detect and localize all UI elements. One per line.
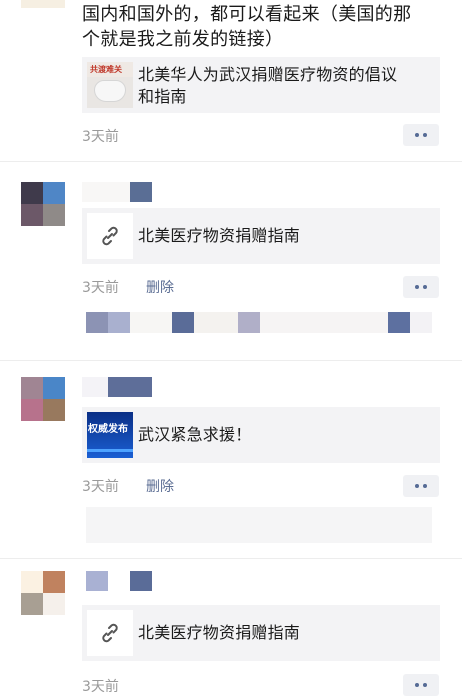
dot-icon	[415, 683, 419, 687]
dot-icon	[415, 285, 419, 289]
shared-link-card[interactable]: 权威发布 武汉紧急求援！	[82, 407, 440, 463]
avatar[interactable]	[21, 571, 65, 615]
post-time: 3天前	[82, 479, 119, 495]
divider	[0, 161, 462, 162]
post-time: 3天前	[82, 679, 119, 695]
divider	[0, 360, 462, 361]
dot-icon	[415, 484, 419, 488]
dot-icon	[423, 133, 427, 137]
mask-image	[94, 80, 126, 102]
post-text-line: 个就是我之前发的链接）	[82, 29, 284, 50]
link-title: 北美华人为武汉捐赠医疗物资的倡议	[138, 65, 398, 84]
comment-like-menu-button[interactable]	[403, 276, 439, 298]
comments-area	[86, 507, 432, 543]
divider	[0, 558, 462, 559]
shared-link-card[interactable]: 北美医疗物资捐赠指南	[82, 208, 440, 264]
post-text-line: 国内和国外的，都可以看起来（美国的那	[82, 4, 412, 25]
dot-icon	[415, 133, 419, 137]
delete-button[interactable]: 删除	[146, 277, 174, 297]
shared-link-card[interactable]: 共渡难关 北美华人为武汉捐赠医疗物资的倡议 和指南	[82, 57, 440, 113]
avatar[interactable]	[21, 377, 65, 421]
likes-list	[86, 312, 432, 333]
dot-icon	[423, 484, 427, 488]
comment-like-menu-button[interactable]	[403, 124, 439, 146]
avatar-partial[interactable]	[21, 0, 65, 8]
username[interactable]	[82, 571, 152, 591]
thumbnail-title: 权威发布	[88, 424, 128, 435]
link-title: 武汉紧急求援！	[138, 425, 252, 444]
username[interactable]	[82, 182, 152, 202]
dot-icon	[423, 683, 427, 687]
dot-icon	[423, 285, 427, 289]
username[interactable]	[82, 377, 152, 397]
avatar[interactable]	[21, 182, 65, 226]
post-time: 3天前	[82, 280, 119, 296]
link-title: 和指南	[138, 87, 187, 106]
comment-like-menu-button[interactable]	[403, 674, 439, 696]
link-icon	[87, 213, 133, 259]
link-thumbnail: 权威发布	[87, 412, 133, 458]
post-time: 3天前	[82, 129, 119, 145]
link-title: 北美医疗物资捐赠指南	[138, 226, 301, 245]
link-thumbnail: 共渡难关	[87, 62, 133, 108]
comment-like-menu-button[interactable]	[403, 475, 439, 497]
link-title: 北美医疗物资捐赠指南	[138, 623, 301, 642]
link-icon	[87, 610, 133, 656]
thumbnail-title: 共渡难关	[90, 65, 122, 74]
delete-button[interactable]: 删除	[146, 476, 174, 496]
shared-link-card[interactable]: 北美医疗物资捐赠指南	[82, 605, 440, 661]
